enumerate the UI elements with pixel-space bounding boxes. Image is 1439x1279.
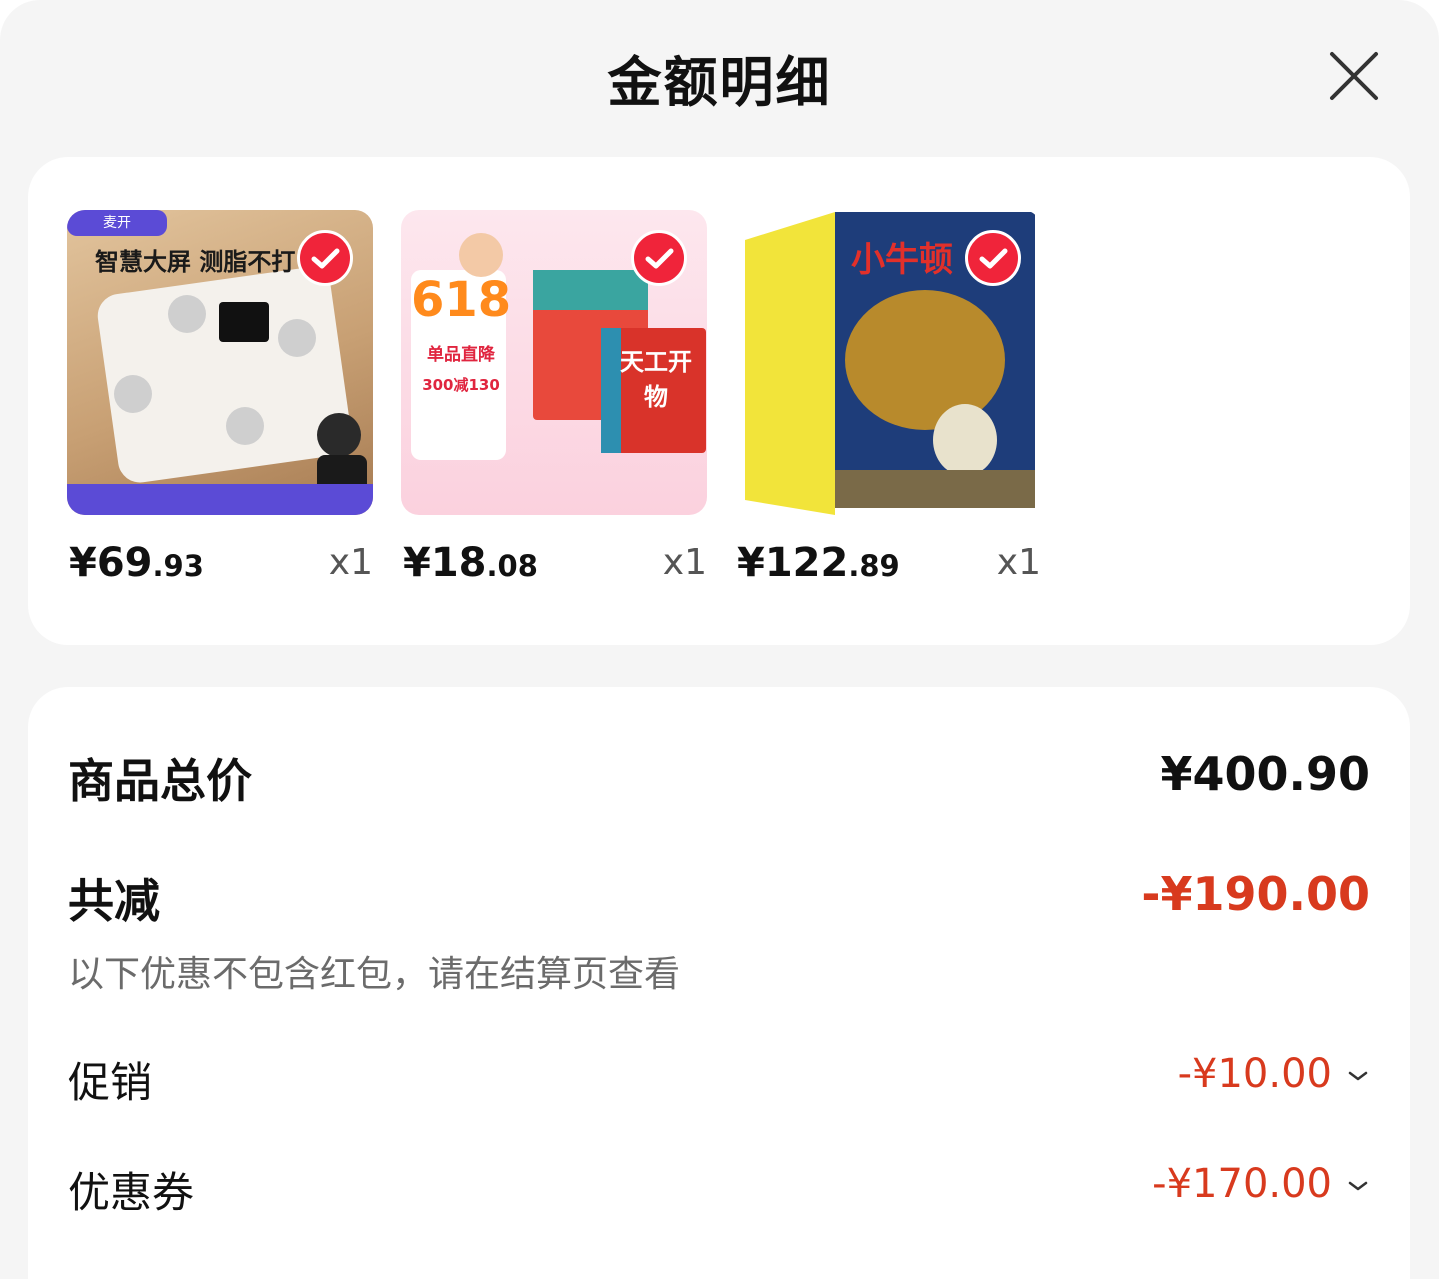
coupon-value: -¥170.00: [1152, 1161, 1332, 1207]
promotion-row-toggle[interactable]: -¥10.00: [1178, 1051, 1370, 1097]
product-item[interactable]: 小牛顿 ¥122.89 x1: [735, 210, 1041, 586]
promotion-label: 促销: [68, 1058, 153, 1107]
product-quantity: x1: [996, 542, 1041, 583]
sheet-title: 金额明细: [607, 51, 832, 114]
product-thumb-caption: 智慧大屏 测脂不打: [95, 248, 296, 276]
product-quantity: x1: [662, 542, 707, 583]
promo-line: 300减130: [422, 376, 500, 394]
chevron-down-icon: [1348, 1181, 1368, 1191]
book-title: 天工开物: [620, 348, 692, 411]
coupon-row-toggle[interactable]: -¥170.00: [1152, 1161, 1370, 1207]
price-summary-card: 商品总价 ¥400.90 共减 -¥190.00 以下优惠不包含红包，请在结算页…: [28, 687, 1410, 1279]
product-price: ¥122.89: [737, 540, 900, 586]
total-discount-value: -¥190.00: [1141, 867, 1370, 921]
discount-hint: 以下优惠不包含红包，请在结算页查看: [68, 954, 681, 995]
coupon-label: 优惠券: [68, 1168, 195, 1217]
product-quantity: x1: [328, 542, 373, 583]
selected-check-icon[interactable]: [631, 230, 687, 286]
total-price-value: ¥400.90: [1160, 747, 1370, 801]
product-price: ¥69.93: [69, 540, 204, 586]
product-image: 智慧大屏 测脂不打 麦开: [67, 210, 373, 515]
products-card: 智慧大屏 测脂不打 麦开 ¥69.93 x1 618 单品直降 300减130 …: [28, 157, 1410, 645]
close-icon[interactable]: [1322, 44, 1386, 108]
promo-badge: 618: [411, 272, 512, 328]
total-discount-label: 共减: [68, 874, 160, 928]
product-item[interactable]: 智慧大屏 测脂不打 麦开 ¥69.93 x1: [67, 210, 373, 586]
product-price-row: ¥18.08 x1: [401, 540, 707, 590]
product-price: ¥18.08: [403, 540, 538, 586]
product-price-row: ¥122.89 x1: [735, 540, 1041, 590]
selected-check-icon[interactable]: [297, 230, 353, 286]
product-item[interactable]: 618 单品直降 300减130 天工开物 ¥18.08 x1: [401, 210, 707, 586]
promo-line: 单品直降: [427, 345, 495, 365]
magazine-cover-title: 小牛顿: [851, 240, 953, 280]
product-brand: 麦开: [103, 215, 131, 231]
promotion-value: -¥10.00: [1177, 1051, 1332, 1097]
total-price-label: 商品总价: [68, 754, 252, 808]
product-image: 618 单品直降 300减130 天工开物: [401, 210, 707, 515]
chevron-down-icon: [1348, 1071, 1368, 1081]
product-image: 小牛顿: [735, 210, 1041, 515]
amount-detail-sheet: 金额明细 智慧大屏 测脂不打 麦开 ¥69.93 x1 618 单品直降 300…: [0, 0, 1439, 1279]
product-price-row: ¥69.93 x1: [67, 540, 373, 590]
selected-check-icon[interactable]: [965, 230, 1021, 286]
